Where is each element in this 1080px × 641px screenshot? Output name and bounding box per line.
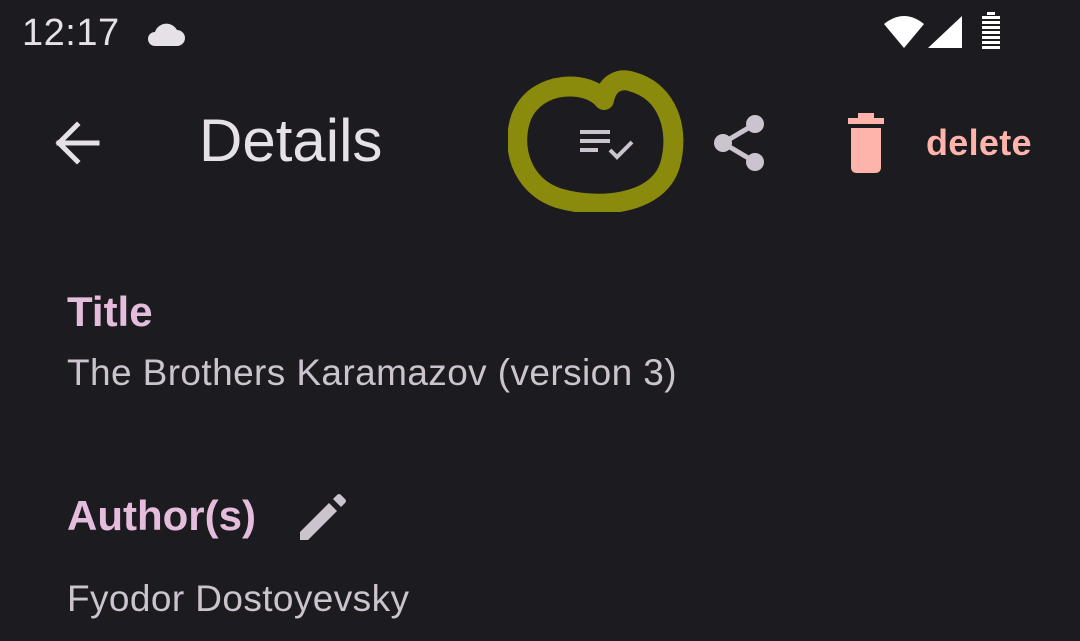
page-title: Details (199, 107, 383, 174)
wifi-icon (884, 16, 924, 48)
battery-icon (982, 12, 1000, 49)
delete-button[interactable]: delete (842, 108, 1032, 178)
title-value: The Brothers Karamazov (version 3) (67, 352, 677, 393)
checklist-button[interactable] (566, 114, 646, 174)
pencil-icon (300, 494, 346, 540)
edit-authors-button[interactable] (292, 488, 352, 548)
back-button[interactable] (44, 110, 110, 176)
delete-label: delete (926, 122, 1032, 163)
share-button[interactable] (706, 110, 772, 176)
share-icon (714, 115, 764, 171)
details-screen: 12:17 Details delete Title The Brothers … (0, 0, 1080, 641)
authors-label: Author(s) (67, 492, 256, 539)
cloud-icon (148, 23, 185, 46)
signal-icon (928, 16, 962, 48)
arrow-back-icon (55, 121, 100, 165)
status-time: 12:17 (22, 12, 120, 54)
trash-icon (848, 113, 884, 173)
authors-value: Fyodor Dostoyevsky (67, 578, 410, 619)
checklist-icon (580, 130, 634, 160)
title-label: Title (67, 288, 153, 335)
